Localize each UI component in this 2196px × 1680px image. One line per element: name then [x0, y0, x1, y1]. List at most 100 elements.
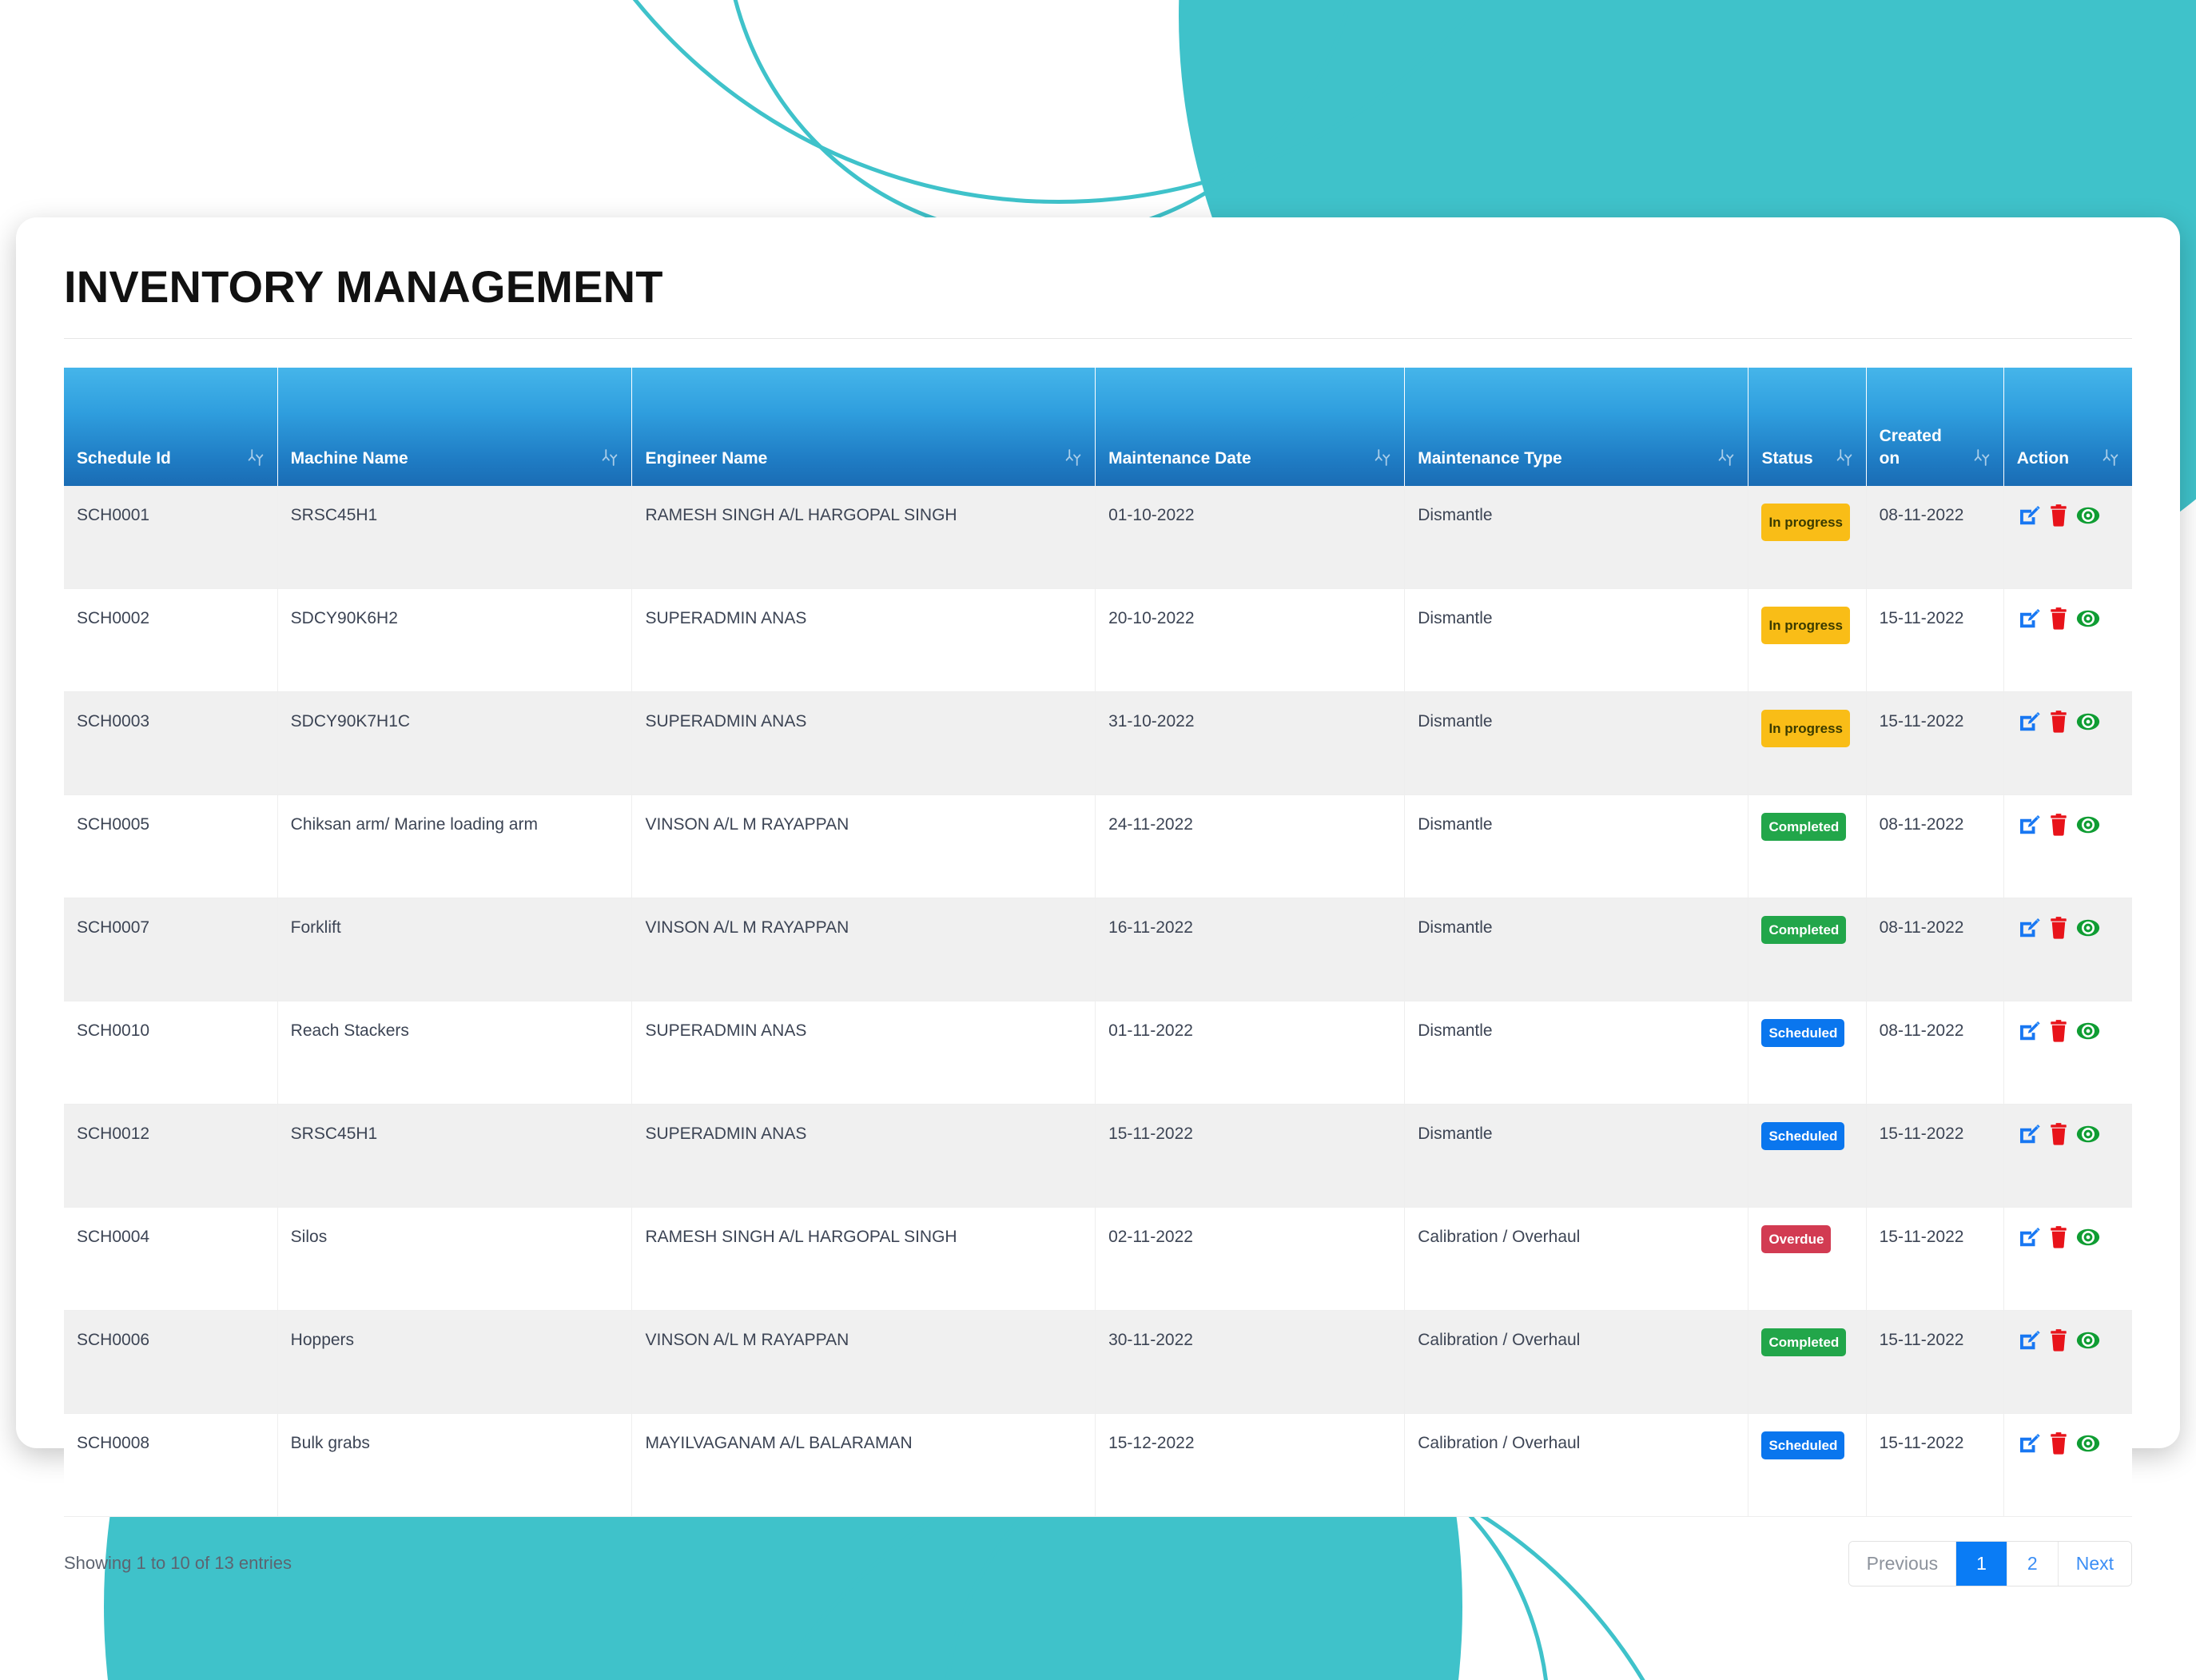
sort-both-icon[interactable] [1064, 448, 1082, 470]
edit-icon[interactable] [2017, 1019, 2041, 1043]
edit-icon[interactable] [2017, 1122, 2041, 1146]
view-icon[interactable] [2076, 813, 2100, 837]
column-header-label: Machine Name [290, 449, 408, 468]
delete-icon[interactable] [2047, 813, 2071, 837]
delete-icon[interactable] [2047, 1019, 2071, 1043]
column-header-status[interactable]: Status [1748, 367, 1867, 486]
edit-icon[interactable] [2017, 813, 2041, 837]
schedule-id-cell: SCH0010 [64, 1001, 278, 1105]
created-on-cell: 08-11-2022 [1866, 1001, 2004, 1105]
edit-icon[interactable] [2017, 916, 2041, 940]
edit-icon[interactable] [2017, 1431, 2041, 1455]
maintenance-schedule-table-wrapper: Schedule Id Machine Name Engineer Name Main… [64, 367, 2132, 1517]
view-icon[interactable] [2076, 1019, 2100, 1043]
view-icon[interactable] [2076, 1431, 2100, 1455]
action-cell [2003, 1207, 2132, 1311]
engineer-name-cell: SUPERADMIN ANAS [631, 588, 1096, 692]
delete-icon[interactable] [2047, 1122, 2071, 1146]
created-on-cell: 15-11-2022 [1866, 1413, 2004, 1517]
schedule-id-cell: SCH0005 [64, 794, 278, 898]
maintenance-date-cell: 15-12-2022 [1095, 1413, 1406, 1517]
column-header-maintenance_type[interactable]: Maintenance Type [1404, 367, 1749, 486]
status-badge: Completed [1761, 915, 1847, 945]
column-header-machine_name[interactable]: Machine Name [277, 367, 633, 486]
row-action-group [2017, 1019, 2119, 1043]
view-icon[interactable] [2076, 916, 2100, 940]
delete-icon[interactable] [2047, 916, 2071, 940]
schedule-id-cell: SCH0008 [64, 1413, 278, 1517]
table-head: Schedule Id Machine Name Engineer Name Main… [64, 367, 2132, 486]
delete-icon[interactable] [2047, 607, 2071, 631]
view-icon[interactable] [2076, 504, 2100, 527]
pagination-previous-button[interactable]: Previous [1848, 1541, 1957, 1586]
row-action-group [2017, 813, 2119, 837]
view-icon[interactable] [2076, 1122, 2100, 1146]
column-header-action[interactable]: Action [2003, 367, 2132, 486]
sort-both-icon[interactable] [1973, 448, 1991, 470]
machine-name-cell: SRSC45H1 [277, 1104, 633, 1208]
engineer-name-cell: VINSON A/L M RAYAPPAN [631, 1310, 1096, 1414]
maintenance-date-cell: 01-10-2022 [1095, 485, 1406, 589]
column-header-engineer_name[interactable]: Engineer Name [631, 367, 1096, 486]
delete-icon[interactable] [2047, 1431, 2071, 1455]
table-row: SCH0006 Hoppers VINSON A/L M RAYAPPAN 30-11… [64, 1310, 2132, 1414]
schedule-id-cell: SCH0006 [64, 1310, 278, 1414]
pagination[interactable]: Previous 1 2 Next [1848, 1540, 2132, 1586]
column-header-label: Status [1761, 449, 1813, 468]
status-badge: Completed [1761, 1328, 1847, 1357]
delete-icon[interactable] [2047, 504, 2071, 527]
sort-both-icon[interactable] [601, 448, 619, 470]
machine-name-cell: Hoppers [277, 1310, 633, 1414]
status-badge: Scheduled [1761, 1431, 1845, 1460]
created-on-cell: 15-11-2022 [1866, 1104, 2004, 1208]
maintenance-type-cell: Dismantle [1404, 485, 1749, 589]
status-cell: Scheduled [1748, 1413, 1867, 1517]
pagination-page-1-button[interactable]: 1 [1956, 1541, 2007, 1586]
table-footer: Showing 1 to 10 of 13 entries Previous 1… [64, 1540, 2132, 1586]
maintenance-date-cell: 02-11-2022 [1095, 1207, 1406, 1311]
sort-both-icon[interactable] [2102, 448, 2119, 470]
edit-icon[interactable] [2017, 710, 2041, 734]
row-action-group [2017, 916, 2119, 940]
maintenance-type-cell: Dismantle [1404, 1104, 1749, 1208]
engineer-name-cell: SUPERADMIN ANAS [631, 1104, 1096, 1208]
view-icon[interactable] [2076, 1328, 2100, 1352]
schedule-id-cell: SCH0012 [64, 1104, 278, 1208]
sort-asc-icon[interactable] [247, 448, 265, 470]
maintenance-date-cell: 15-11-2022 [1095, 1104, 1406, 1208]
machine-name-cell: SDCY90K7H1C [277, 691, 633, 795]
machine-name-cell: Chiksan arm/ Marine loading arm [277, 794, 633, 898]
delete-icon[interactable] [2047, 1328, 2071, 1352]
sort-both-icon[interactable] [1374, 448, 1391, 470]
engineer-name-cell: VINSON A/L M RAYAPPAN [631, 898, 1096, 1001]
sort-both-icon[interactable] [1836, 448, 1853, 470]
status-badge: In progress [1761, 606, 1851, 645]
row-action-group [2017, 1225, 2119, 1249]
edit-icon[interactable] [2017, 1225, 2041, 1249]
edit-icon[interactable] [2017, 1328, 2041, 1352]
table-row: SCH0010 Reach Stackers SUPERADMIN ANAS 01-1… [64, 1001, 2132, 1105]
view-icon[interactable] [2076, 607, 2100, 631]
pagination-page-2-button[interactable]: 2 [2007, 1541, 2059, 1586]
sort-both-icon[interactable] [1717, 448, 1735, 470]
table-body: SCH0001 SRSC45H1 RAMESH SINGH A/L HARGOPAL… [64, 485, 2132, 1517]
column-header-created_on[interactable]: Created on [1866, 367, 2004, 486]
status-cell: Completed [1748, 794, 1867, 898]
delete-icon[interactable] [2047, 1225, 2071, 1249]
delete-icon[interactable] [2047, 710, 2071, 734]
engineer-name-cell: RAMESH SINGH A/L HARGOPAL SINGH [631, 485, 1096, 589]
view-icon[interactable] [2076, 710, 2100, 734]
created-on-cell: 08-11-2022 [1866, 485, 2004, 589]
status-badge: Scheduled [1761, 1018, 1845, 1048]
edit-icon[interactable] [2017, 504, 2041, 527]
action-cell [2003, 691, 2132, 795]
status-cell: Overdue [1748, 1207, 1867, 1311]
table-row: SCH0002 SDCY90K6H2 SUPERADMIN ANAS 20-10-20… [64, 588, 2132, 692]
pagination-next-button[interactable]: Next [2058, 1541, 2131, 1586]
column-header-maintenance_date[interactable]: Maintenance Date [1095, 367, 1406, 486]
column-header-schedule_id[interactable]: Schedule Id [64, 367, 278, 486]
view-icon[interactable] [2076, 1225, 2100, 1249]
edit-icon[interactable] [2017, 607, 2041, 631]
maintenance-type-cell: Calibration / Overhaul [1404, 1207, 1749, 1311]
created-on-cell: 15-11-2022 [1866, 588, 2004, 692]
